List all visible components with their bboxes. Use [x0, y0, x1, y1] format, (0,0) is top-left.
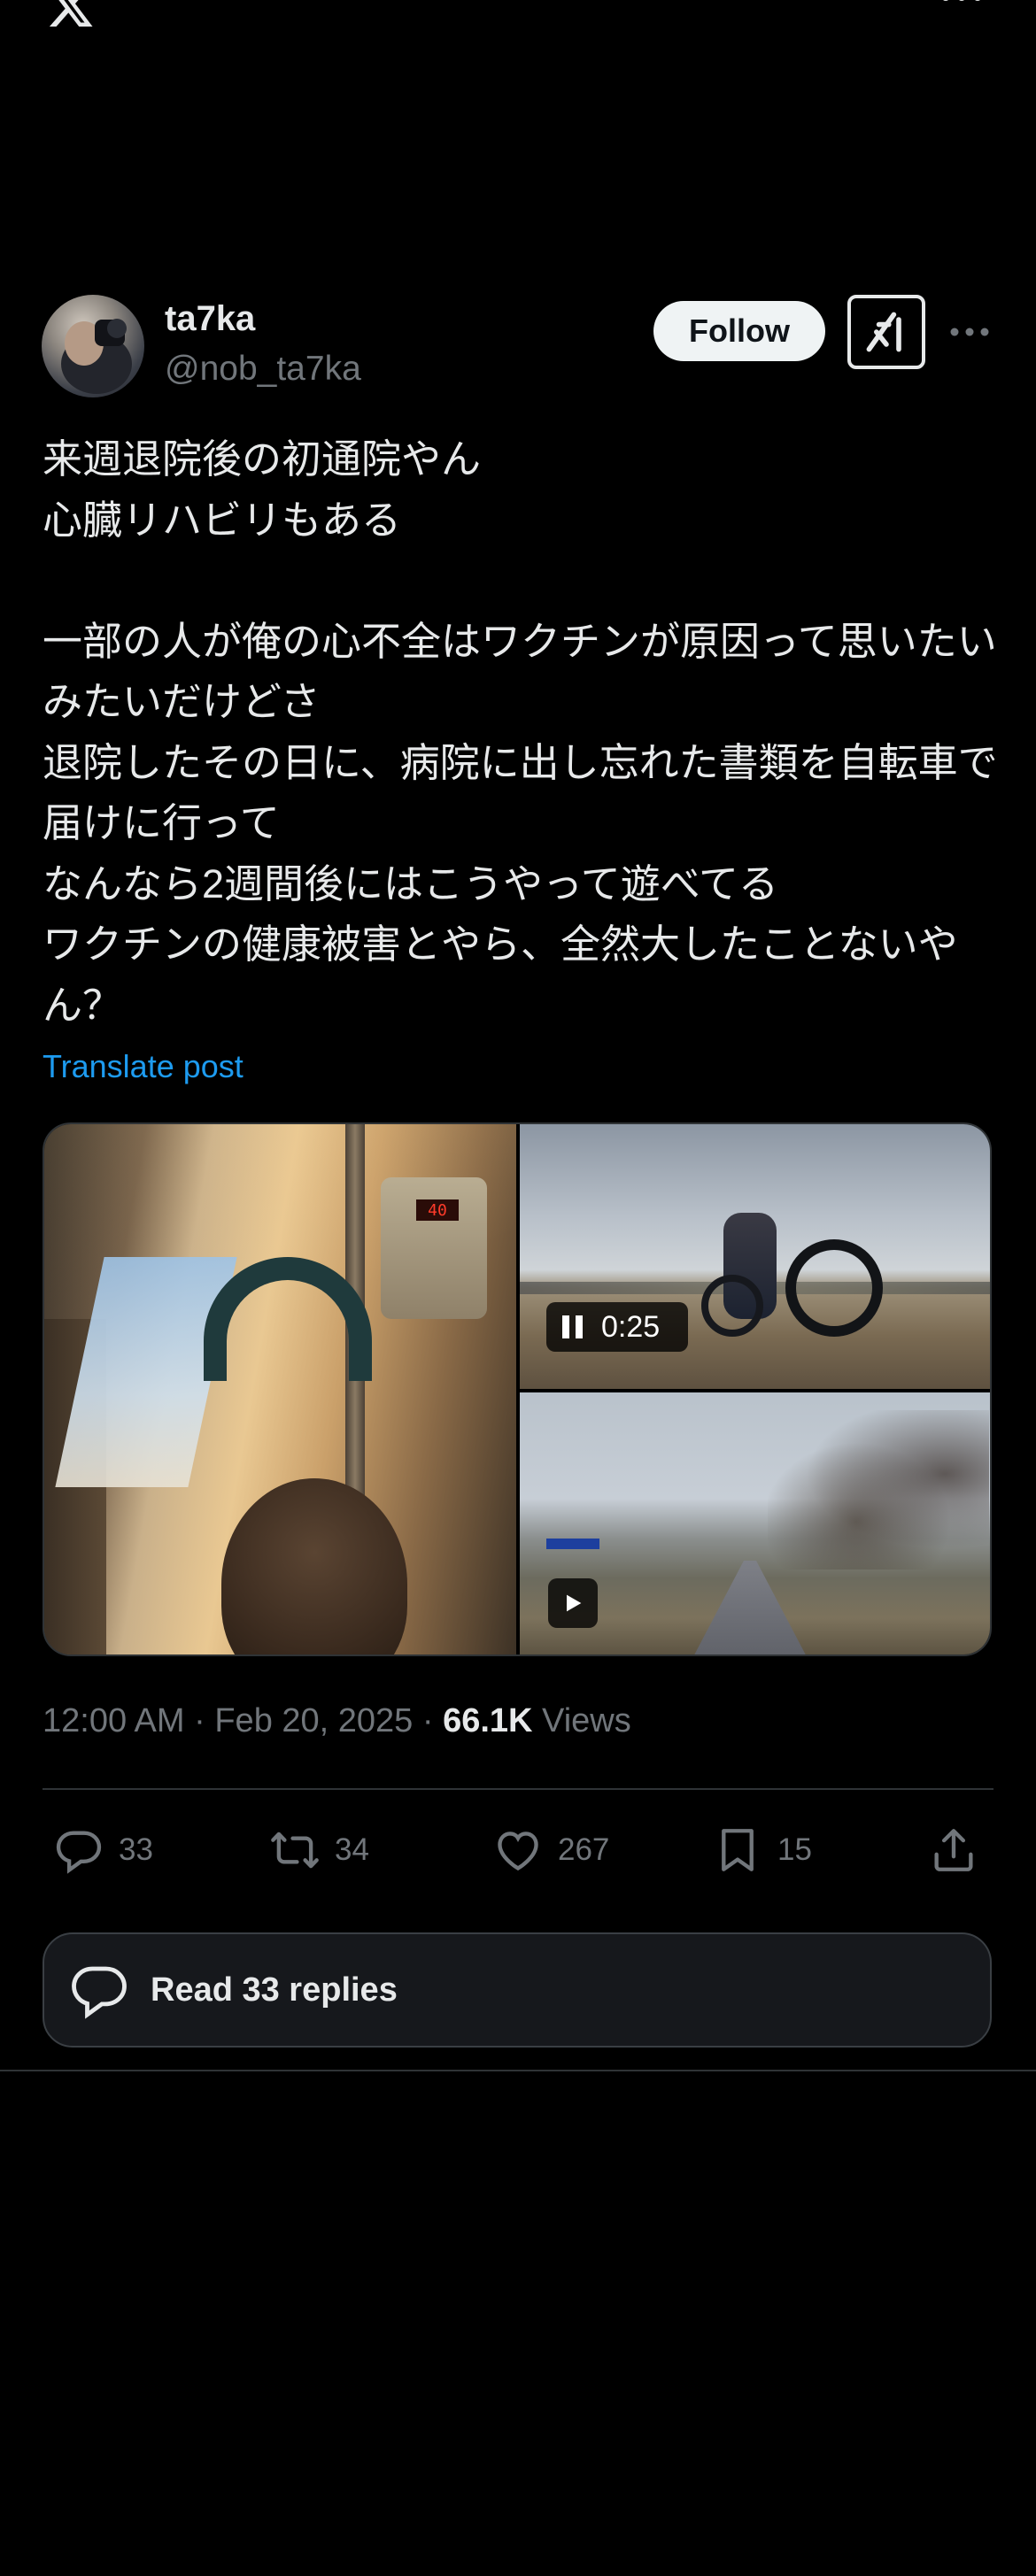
more-horizontal-icon[interactable] [947, 319, 992, 345]
meta-separator: · [413, 1702, 444, 1739]
like-count: 267 [558, 1832, 610, 1867]
heart-icon [498, 1832, 538, 1871]
bookmark-icon [722, 1829, 754, 1871]
replies-icon [72, 1966, 127, 2019]
repost-count: 34 [335, 1832, 369, 1867]
video-road [688, 1561, 812, 1654]
media-photo-hospital[interactable]: 40 [44, 1124, 516, 1654]
pump-display: 40 [416, 1199, 459, 1221]
share-icon [934, 1829, 973, 1871]
reply-button[interactable]: 33 [53, 1819, 153, 1881]
post-text: 来週退院後の初通院やん 心臓リハビリもある 一部の人が俺の心不全はワクチンが原因… [43, 436, 998, 1028]
video-duration-badge[interactable]: 0:25 [546, 1302, 688, 1352]
post-meta: 12:00 AM · Feb 20, 2025 · 66.1K Views [43, 1697, 631, 1745]
grok-icon[interactable] [847, 295, 925, 369]
media-video-path[interactable] [520, 1392, 990, 1654]
share-button[interactable] [928, 1819, 979, 1881]
video-blue-tarp [546, 1539, 599, 1549]
avatar[interactable] [42, 295, 144, 397]
photo-head [221, 1478, 407, 1654]
photo-infusion-pump [381, 1177, 487, 1319]
post-time[interactable]: 12:00 AM [43, 1702, 185, 1739]
follow-button[interactable]: Follow [653, 301, 825, 361]
repost-button[interactable]: 34 [269, 1819, 369, 1881]
media-grid: 40 0:25 [43, 1122, 992, 1656]
more-horizontal-icon[interactable] [940, 0, 983, 18]
video-duration: 0:25 [601, 1309, 661, 1344]
views-count: 66.1K [443, 1702, 533, 1739]
meta-separator: · [184, 1702, 215, 1739]
author-handle[interactable]: @nob_ta7ka [165, 347, 361, 391]
video-bike-wheel [785, 1239, 883, 1337]
translate-post-link[interactable]: Translate post [43, 1045, 244, 1089]
read-replies-button[interactable]: Read 33 replies [43, 1932, 992, 2048]
author-display-name[interactable]: ta7ka [165, 296, 255, 342]
post-date[interactable]: Feb 20, 2025 [214, 1702, 413, 1739]
bookmark-button[interactable]: 15 [712, 1819, 812, 1881]
play-icon[interactable] [548, 1578, 598, 1628]
repost-icon [271, 1832, 319, 1869]
divider [0, 2070, 1036, 2071]
like-button[interactable]: 267 [492, 1819, 609, 1881]
pause-icon[interactable] [562, 1315, 589, 1338]
bookmark-count: 15 [777, 1832, 812, 1867]
x-logo-icon[interactable] [43, 0, 99, 30]
video-bike-wheel [701, 1275, 763, 1337]
reply-count: 33 [119, 1832, 153, 1867]
video-trees [768, 1410, 989, 1570]
divider [43, 1788, 993, 1790]
read-replies-label: Read 33 replies [151, 1971, 398, 2009]
reply-icon [56, 1831, 102, 1874]
media-video-bike[interactable]: 0:25 [520, 1124, 990, 1389]
views-label: Views [532, 1702, 631, 1739]
